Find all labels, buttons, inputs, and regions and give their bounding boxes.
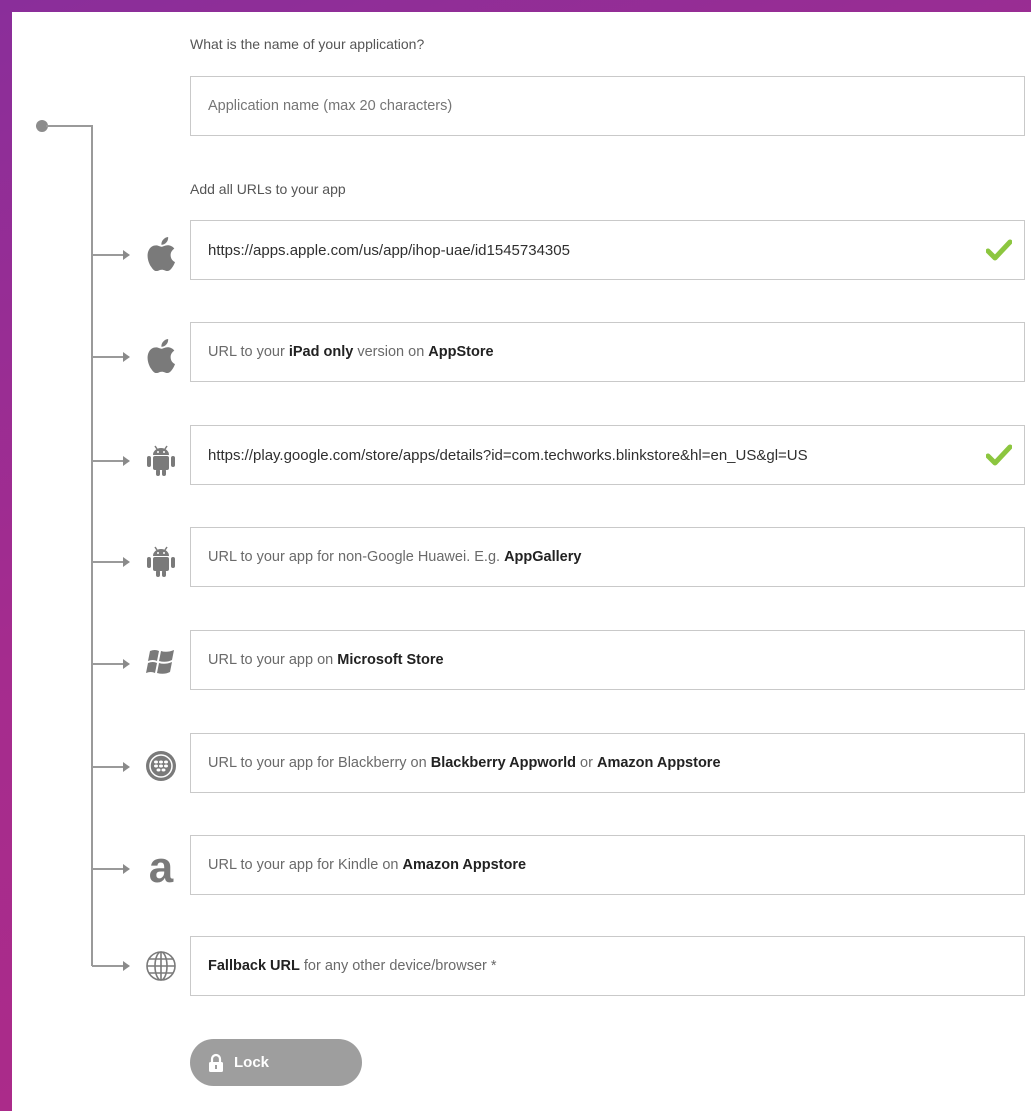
branch-arrow xyxy=(92,762,130,772)
branch-arrow xyxy=(92,961,130,971)
huawei-url-field[interactable]: URL to your app for non-Google Huawei. E… xyxy=(190,527,1025,587)
android-url-field[interactable]: https://play.google.com/store/apps/detai… xyxy=(190,425,1025,485)
app-name-label: What is the name of your application? xyxy=(190,36,425,52)
branch-arrow xyxy=(92,557,130,567)
ipad-url-placeholder: URL to your iPad only version on AppStor… xyxy=(208,344,494,360)
fallback-url-placeholder: Fallback URL for any other device/browse… xyxy=(208,958,497,974)
apple-icon xyxy=(141,336,181,376)
branch-arrow xyxy=(92,352,130,362)
tree-trunk xyxy=(91,125,93,966)
branch-arrow xyxy=(92,864,130,874)
kindle-url-field[interactable]: URL to your app for Kindle on Amazon App… xyxy=(190,835,1025,895)
branch-arrow xyxy=(92,456,130,466)
android-url-value: https://play.google.com/store/apps/detai… xyxy=(208,446,808,464)
check-icon xyxy=(986,444,1012,466)
lock-button-label: Lock xyxy=(234,1054,270,1071)
check-icon xyxy=(986,239,1012,261)
ipad-url-field[interactable]: URL to your iPad only version on AppStor… xyxy=(190,322,1025,382)
branch-arrow xyxy=(92,250,130,260)
blackberry-icon xyxy=(141,746,181,786)
ios-url-field[interactable]: https://apps.apple.com/us/app/ihop-uae/i… xyxy=(190,220,1025,280)
android-icon xyxy=(141,541,181,581)
globe-icon xyxy=(141,946,181,986)
amazon-icon: a xyxy=(148,843,174,892)
blackberry-url-field[interactable]: URL to your app for Blackberry on Blackb… xyxy=(190,733,1025,793)
windows-icon xyxy=(141,643,181,683)
lock-button[interactable]: Lock xyxy=(190,1039,362,1086)
tree-connector xyxy=(46,125,93,127)
microsoft-url-placeholder: URL to your app on Microsoft Store xyxy=(208,652,444,668)
app-name-input[interactable] xyxy=(190,76,1025,136)
lock-icon xyxy=(209,1053,223,1072)
urls-label: Add all URLs to your app xyxy=(190,181,346,197)
apple-icon xyxy=(141,234,181,274)
huawei-url-placeholder: URL to your app for non-Google Huawei. E… xyxy=(208,549,582,565)
ios-url-value: https://apps.apple.com/us/app/ihop-uae/i… xyxy=(208,241,570,259)
android-icon xyxy=(141,440,181,480)
kindle-url-placeholder: URL to your app for Kindle on Amazon App… xyxy=(208,857,527,873)
fallback-url-field[interactable]: Fallback URL for any other device/browse… xyxy=(190,936,1025,996)
branch-arrow xyxy=(92,659,130,669)
blackberry-url-placeholder: URL to your app for Blackberry on Blackb… xyxy=(208,755,721,771)
microsoft-url-field[interactable]: URL to your app on Microsoft Store xyxy=(190,630,1025,690)
